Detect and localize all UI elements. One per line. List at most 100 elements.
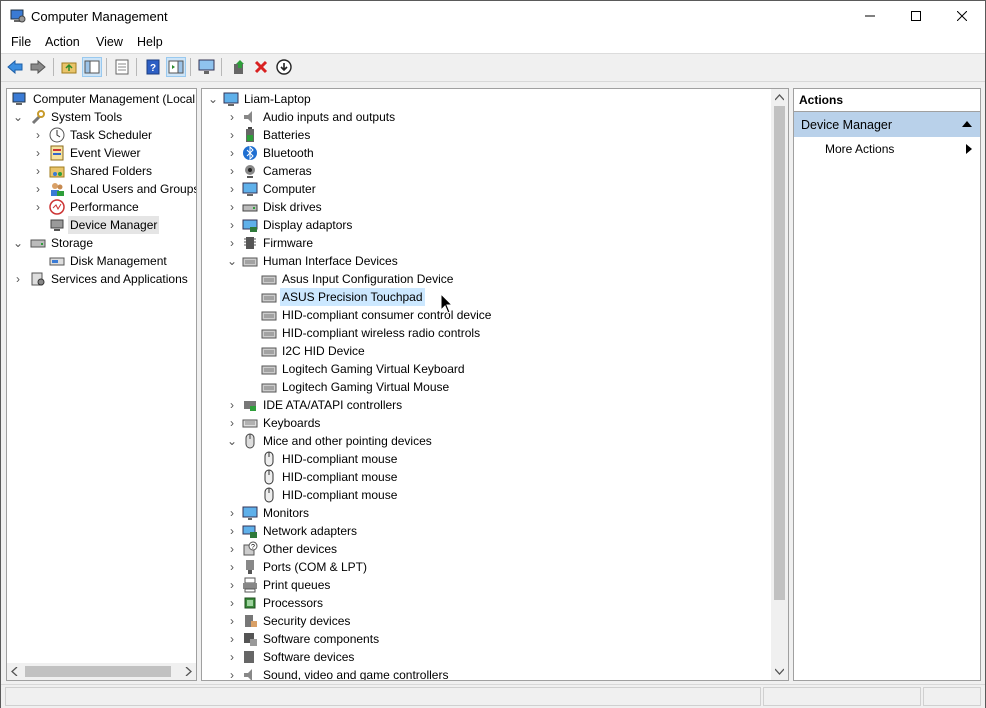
- menu-action[interactable]: Action: [45, 35, 80, 49]
- category-network-adapters[interactable]: › Network adapters: [202, 522, 772, 540]
- category-software-devices[interactable]: › Software devices: [202, 648, 772, 666]
- category-monitors[interactable]: › Monitors: [202, 504, 772, 522]
- category-sound-video-and-game-controllers[interactable]: › Sound, video and game controllers: [202, 666, 772, 680]
- category-software-components[interactable]: › Software components: [202, 630, 772, 648]
- horizontal-scroll-thumb[interactable]: [25, 666, 171, 677]
- device-hid-compliant-wireless-radio-controls[interactable]: HID-compliant wireless radio controls: [202, 324, 772, 342]
- uninstall-device-button[interactable]: [251, 57, 271, 77]
- tree-item-task-scheduler[interactable]: › Task Scheduler: [7, 126, 196, 144]
- chevron-right-icon[interactable]: ›: [227, 198, 237, 216]
- category-computer[interactable]: › Computer: [202, 180, 772, 198]
- chevron-right-icon[interactable]: ›: [227, 396, 237, 414]
- chevron-right-icon[interactable]: ›: [227, 414, 237, 432]
- tree-item-shared-folders[interactable]: › Shared Folders: [7, 162, 196, 180]
- chevron-down-icon[interactable]: ⌄: [208, 90, 218, 108]
- chevron-right-icon[interactable]: ›: [227, 504, 237, 522]
- chevron-right-icon[interactable]: ›: [33, 198, 43, 216]
- tree-item-event-viewer[interactable]: › Event Viewer: [7, 144, 196, 162]
- chevron-right-icon[interactable]: ›: [227, 216, 237, 234]
- category-print-queues[interactable]: › Print queues: [202, 576, 772, 594]
- update-driver-button[interactable]: [229, 57, 249, 77]
- chevron-right-icon[interactable]: ›: [227, 666, 237, 680]
- category-disk-drives[interactable]: › Disk drives: [202, 198, 772, 216]
- chevron-right-icon[interactable]: ›: [33, 162, 43, 180]
- device-hid-compliant-mouse[interactable]: HID-compliant mouse: [202, 486, 772, 504]
- tree-item-disk-management[interactable]: Disk Management: [7, 252, 196, 270]
- chevron-right-icon[interactable]: ›: [227, 126, 237, 144]
- scroll-down-icon[interactable]: [775, 667, 784, 675]
- scroll-left-icon[interactable]: [11, 667, 19, 676]
- device-asus-precision-touchpad[interactable]: ASUS Precision Touchpad: [202, 288, 772, 306]
- scroll-right-icon[interactable]: [184, 667, 192, 676]
- collapse-up-icon[interactable]: [962, 121, 972, 127]
- category-ports-com-lpt[interactable]: › Ports (COM & LPT): [202, 558, 772, 576]
- chevron-right-icon[interactable]: ›: [227, 108, 237, 126]
- show-hide-console-tree-button[interactable]: [82, 57, 102, 77]
- device-i2c-hid-device[interactable]: I2C HID Device: [202, 342, 772, 360]
- chevron-right-icon[interactable]: ›: [33, 126, 43, 144]
- chevron-down-icon[interactable]: ⌄: [227, 252, 237, 270]
- chevron-right-icon[interactable]: ›: [227, 180, 237, 198]
- chevron-right-icon[interactable]: ›: [227, 234, 237, 252]
- category-human-interface-devices[interactable]: ⌄ Human Interface Devices: [202, 252, 772, 270]
- chevron-right-icon[interactable]: ›: [13, 270, 23, 288]
- more-actions-item[interactable]: More Actions: [794, 139, 980, 159]
- chevron-right-icon[interactable]: ›: [227, 522, 237, 540]
- category-mice-and-other-pointing-devices[interactable]: ⌄ Mice and other pointing devices: [202, 432, 772, 450]
- device-logitech-gaming-virtual-keyboard[interactable]: Logitech Gaming Virtual Keyboard: [202, 360, 772, 378]
- chevron-right-icon[interactable]: ›: [227, 144, 237, 162]
- tree-item-device-manager[interactable]: Device Manager: [7, 216, 196, 234]
- actions-section-device-manager[interactable]: Device Manager: [794, 112, 980, 137]
- chevron-right-icon[interactable]: ›: [227, 630, 237, 648]
- device-hid-compliant-mouse[interactable]: HID-compliant mouse: [202, 468, 772, 486]
- device-hid-compliant-consumer-control-device[interactable]: HID-compliant consumer control device: [202, 306, 772, 324]
- tree-item-services-applications[interactable]: › Services and Applications: [7, 270, 196, 288]
- category-security-devices[interactable]: › Security devices: [202, 612, 772, 630]
- help-button[interactable]: ?: [143, 57, 163, 77]
- minimize-button[interactable]: [847, 1, 893, 31]
- tree-item-system-tools[interactable]: ⌄ System Tools: [7, 108, 196, 126]
- scroll-up-icon[interactable]: [775, 94, 784, 102]
- menu-help[interactable]: Help: [137, 35, 163, 49]
- category-firmware[interactable]: › Firmware: [202, 234, 772, 252]
- chevron-right-icon[interactable]: ›: [227, 594, 237, 612]
- close-button[interactable]: [939, 1, 985, 31]
- menu-file[interactable]: File: [11, 35, 31, 49]
- chevron-right-icon[interactable]: ›: [227, 576, 237, 594]
- properties-button[interactable]: [112, 57, 132, 77]
- vertical-scroll-thumb[interactable]: [774, 106, 785, 600]
- category-processors[interactable]: › Processors: [202, 594, 772, 612]
- chevron-down-icon[interactable]: ⌄: [13, 234, 23, 252]
- chevron-right-icon[interactable]: ›: [227, 540, 237, 558]
- category-bluetooth[interactable]: › Bluetooth: [202, 144, 772, 162]
- category-keyboards[interactable]: › Keyboards: [202, 414, 772, 432]
- tree-root-liam-laptop[interactable]: ⌄ Liam-Laptop: [202, 90, 772, 108]
- category-ide-ata-atapi-controllers[interactable]: › IDE ATA/ATAPI controllers: [202, 396, 772, 414]
- category-cameras[interactable]: › Cameras: [202, 162, 772, 180]
- tree-item-computer-management[interactable]: Computer Management (Local: [7, 90, 196, 108]
- chevron-right-icon[interactable]: ›: [227, 558, 237, 576]
- scan-hardware-button[interactable]: [197, 57, 217, 77]
- chevron-right-icon[interactable]: ›: [227, 648, 237, 666]
- forward-button[interactable]: [28, 57, 48, 77]
- tree-item-performance[interactable]: › Performance: [7, 198, 196, 216]
- device-hid-compliant-mouse[interactable]: HID-compliant mouse: [202, 450, 772, 468]
- category-display-adaptors[interactable]: › Display adaptors: [202, 216, 772, 234]
- up-level-button[interactable]: [59, 57, 79, 77]
- category-batteries[interactable]: › Batteries: [202, 126, 772, 144]
- tree-item-storage[interactable]: ⌄ Storage: [7, 234, 196, 252]
- menu-view[interactable]: View: [96, 35, 123, 49]
- horizontal-scrollbar[interactable]: [7, 663, 196, 680]
- disable-device-button[interactable]: [274, 57, 294, 77]
- category-other-devices[interactable]: ›? Other devices: [202, 540, 772, 558]
- chevron-right-icon[interactable]: ›: [227, 162, 237, 180]
- back-button[interactable]: [5, 57, 25, 77]
- chevron-down-icon[interactable]: ⌄: [13, 108, 23, 126]
- chevron-right-icon[interactable]: ›: [33, 180, 43, 198]
- maximize-button[interactable]: [893, 1, 939, 31]
- chevron-down-icon[interactable]: ⌄: [227, 432, 237, 450]
- chevron-right-icon[interactable]: ›: [227, 612, 237, 630]
- vertical-scrollbar[interactable]: [771, 89, 788, 680]
- show-hide-action-pane-button[interactable]: [166, 57, 186, 77]
- category-audio-inputs-and-outputs[interactable]: › Audio inputs and outputs: [202, 108, 772, 126]
